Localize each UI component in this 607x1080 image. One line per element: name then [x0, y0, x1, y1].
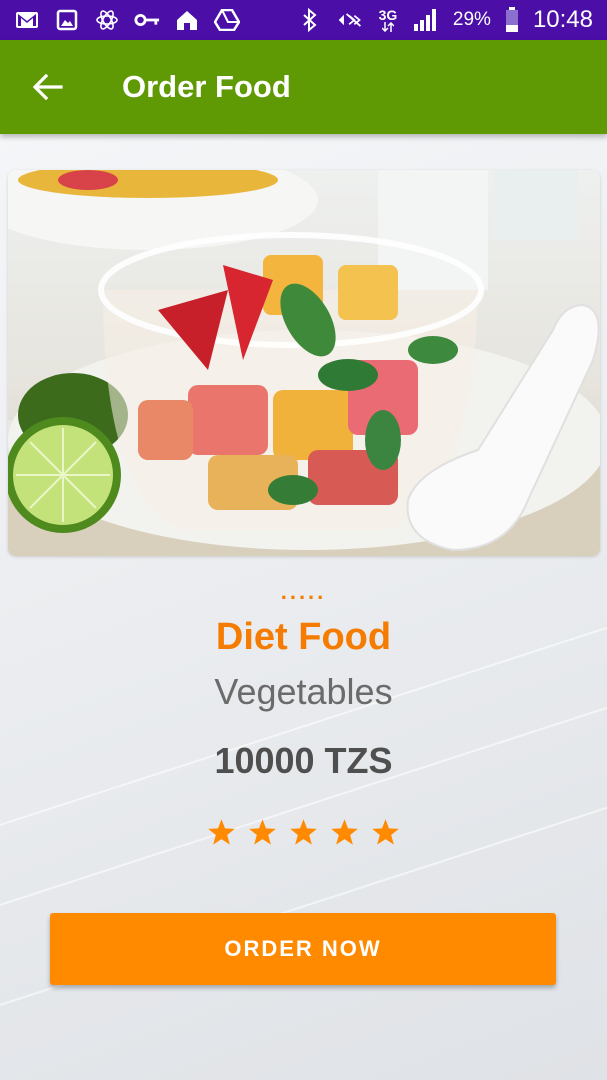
- food-name: Diet Food: [215, 616, 392, 658]
- bluetooth-icon: [297, 7, 323, 33]
- home-icon: [174, 7, 200, 33]
- status-bar: 3G 29% 10:48: [0, 0, 607, 40]
- star-icon: [372, 819, 399, 845]
- background-streak: [0, 688, 607, 914]
- drive-icon: [214, 7, 240, 33]
- arrow-left-icon: [33, 74, 63, 100]
- food-price: 10000 TZS: [214, 740, 393, 781]
- battery-icon: [505, 7, 519, 33]
- order-now-button[interactable]: ORDER NOW: [50, 913, 556, 985]
- battery-percent: 29%: [452, 9, 491, 30]
- decorative-dots: .....: [280, 579, 327, 604]
- key-icon: [134, 7, 160, 33]
- gmail-icon: [14, 7, 40, 33]
- rating-stars: [0, 818, 607, 847]
- fruit-salad-bowl-image: [8, 170, 600, 556]
- back-button[interactable]: [20, 59, 76, 115]
- star-icon: [290, 819, 317, 845]
- status-bar-system: 3G 29% 10:48: [297, 6, 593, 34]
- gallery-icon: [54, 7, 80, 33]
- star-icon: [249, 819, 276, 845]
- page-title: Order Food: [122, 69, 291, 104]
- status-bar-notifications: [14, 7, 240, 33]
- star-icon: [208, 819, 235, 845]
- mute-icon: [337, 7, 363, 33]
- network-type: 3G: [377, 7, 399, 33]
- food-category: Vegetables: [214, 671, 393, 712]
- signal-icon: [413, 7, 439, 33]
- atom-icon: [94, 7, 120, 33]
- network-label: 3G: [378, 7, 398, 23]
- star-icon: [331, 819, 358, 845]
- app-bar: Order Food: [0, 40, 607, 134]
- clock: 10:48: [532, 6, 593, 33]
